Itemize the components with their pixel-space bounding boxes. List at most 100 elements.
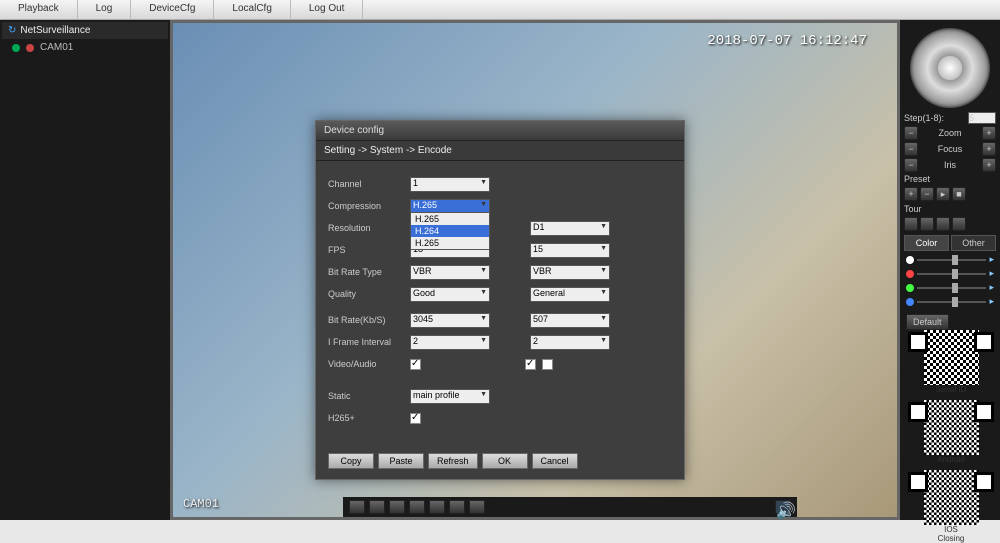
static-select[interactable]: main profile xyxy=(410,389,490,404)
iframe-label: I Frame Interval xyxy=(328,337,410,347)
status-icon xyxy=(26,44,34,52)
sub-video-checkbox[interactable] xyxy=(525,359,536,370)
h265-label: H265+ xyxy=(328,413,410,423)
bitrate-label: Bit Rate(Kb/S) xyxy=(328,315,410,325)
tour-label: Tour xyxy=(904,204,996,214)
static-label: Static xyxy=(328,391,410,401)
sub-brtype-select[interactable]: VBR xyxy=(530,265,610,280)
sub-quality-select[interactable]: General xyxy=(530,287,610,302)
color-tab[interactable]: Color xyxy=(904,235,949,251)
menu-logout[interactable]: Log Out xyxy=(291,0,364,19)
layout-full-button[interactable] xyxy=(469,500,485,514)
tree-root-label: NetSurveillance xyxy=(20,25,90,36)
h265-checkbox[interactable] xyxy=(410,413,421,424)
preset-stop-button[interactable]: ■ xyxy=(952,187,966,201)
compression-option-1[interactable]: H.264 xyxy=(411,225,489,237)
breadcrumb: Setting -> System -> Encode xyxy=(316,141,684,161)
cancel-button[interactable]: Cancel xyxy=(532,453,578,469)
focus-in-button[interactable]: + xyxy=(982,142,996,156)
channel-label: Channel xyxy=(328,179,410,189)
sub-fps-select[interactable]: 15 xyxy=(530,243,610,258)
layout-25-button[interactable] xyxy=(429,500,445,514)
sub-audio-checkbox[interactable] xyxy=(542,359,553,370)
cam-label: CAM01 xyxy=(40,42,73,53)
copy-button[interactable]: Copy xyxy=(328,453,374,469)
qr-serial-label: Serial ID xyxy=(906,385,996,394)
compression-option-0[interactable]: H.265 xyxy=(411,213,489,225)
focus-out-button[interactable]: − xyxy=(904,142,918,156)
brightness-slider[interactable]: ▸ xyxy=(906,254,994,265)
tour-2-button[interactable] xyxy=(920,217,934,231)
video-cam-label: CAM01 xyxy=(183,497,219,511)
iris-open-button[interactable]: + xyxy=(982,158,996,172)
sub-bitrate-select[interactable]: 507 xyxy=(530,313,610,328)
other-tab[interactable]: Other xyxy=(951,235,996,251)
brtype-label: Bit Rate Type xyxy=(328,267,410,277)
qr-android xyxy=(924,400,979,455)
contrast-icon xyxy=(906,270,914,278)
compression-label: Compression xyxy=(328,201,410,211)
qr-serial xyxy=(924,330,979,385)
qr-ios xyxy=(924,470,979,525)
device-tree-panel: NetSurveillance CAM01 xyxy=(0,20,170,520)
top-menu-bar: Playback Log DeviceCfg LocalCfg Log Out xyxy=(0,0,1000,20)
brightness-icon xyxy=(906,256,914,264)
video-timestamp: 2018-07-07 16:12:47 xyxy=(707,33,867,49)
step-select[interactable]: 5 xyxy=(968,112,996,124)
zoom-label: Zoom xyxy=(920,128,980,138)
focus-label: Focus xyxy=(920,144,980,154)
dialog-title: Device config xyxy=(316,121,684,141)
preset-add-button[interactable]: + xyxy=(904,187,918,201)
record-icon xyxy=(12,44,20,52)
iris-close-button[interactable]: − xyxy=(904,158,918,172)
quality-select[interactable]: Good xyxy=(410,287,490,302)
sub-iframe-select[interactable]: 2 xyxy=(530,335,610,350)
zoom-in-button[interactable]: + xyxy=(982,126,996,140)
tour-1-button[interactable] xyxy=(904,217,918,231)
preset-del-button[interactable]: − xyxy=(920,187,934,201)
layout-1-button[interactable] xyxy=(349,500,365,514)
tour-4-button[interactable] xyxy=(952,217,966,231)
menu-localcfg[interactable]: LocalCfg xyxy=(214,0,290,19)
bitrate-select[interactable]: 3045 xyxy=(410,313,490,328)
menu-playback[interactable]: Playback xyxy=(0,0,78,19)
compression-option-2[interactable]: H.265 xyxy=(411,237,489,249)
qr-android-label: Android xyxy=(906,455,996,464)
main-video-checkbox[interactable] xyxy=(410,359,421,370)
refresh-button[interactable]: Refresh xyxy=(428,453,478,469)
brtype-select[interactable]: VBR xyxy=(410,265,490,280)
ok-button[interactable]: OK xyxy=(482,453,528,469)
saturation-slider[interactable]: ▸ xyxy=(906,282,994,293)
layout-16-button[interactable] xyxy=(409,500,425,514)
default-button[interactable]: Default xyxy=(906,314,949,330)
qr-closing-label: Closing xyxy=(906,534,996,543)
layout-9-button[interactable] xyxy=(389,500,405,514)
ptz-direction-wheel[interactable] xyxy=(910,28,990,108)
channel-select[interactable]: 1 xyxy=(410,177,490,192)
zoom-out-button[interactable]: − xyxy=(904,126,918,140)
sub-resolution-select[interactable]: D1 xyxy=(530,221,610,236)
paste-button[interactable]: Paste xyxy=(378,453,424,469)
device-config-dialog: Device config Setting -> System -> Encod… xyxy=(315,120,685,480)
tree-root[interactable]: NetSurveillance xyxy=(2,22,168,39)
compression-dropdown: H.265 H.264 H.265 xyxy=(410,212,490,250)
va-label: Video/Audio xyxy=(328,359,410,369)
menu-devicecfg[interactable]: DeviceCfg xyxy=(131,0,214,19)
layout-36-button[interactable] xyxy=(449,500,465,514)
preset-goto-button[interactable]: ▸ xyxy=(936,187,950,201)
step-label: Step(1-8): xyxy=(904,113,966,123)
tour-3-button[interactable] xyxy=(936,217,950,231)
contrast-slider[interactable]: ▸ xyxy=(906,268,994,279)
layout-4-button[interactable] xyxy=(369,500,385,514)
fps-label: FPS xyxy=(328,245,410,255)
hue-slider[interactable]: ▸ xyxy=(906,296,994,307)
tree-cam-item[interactable]: CAM01 xyxy=(2,39,168,56)
quality-label: Quality xyxy=(328,289,410,299)
saturation-icon xyxy=(906,284,914,292)
iframe-select[interactable]: 2 xyxy=(410,335,490,350)
view-layout-bar: 🔊 xyxy=(343,497,797,517)
resolution-label: Resolution xyxy=(328,223,410,233)
audio-toggle-button[interactable]: 🔊 xyxy=(775,500,791,514)
iris-label: Iris xyxy=(920,160,980,170)
menu-log[interactable]: Log xyxy=(78,0,132,19)
